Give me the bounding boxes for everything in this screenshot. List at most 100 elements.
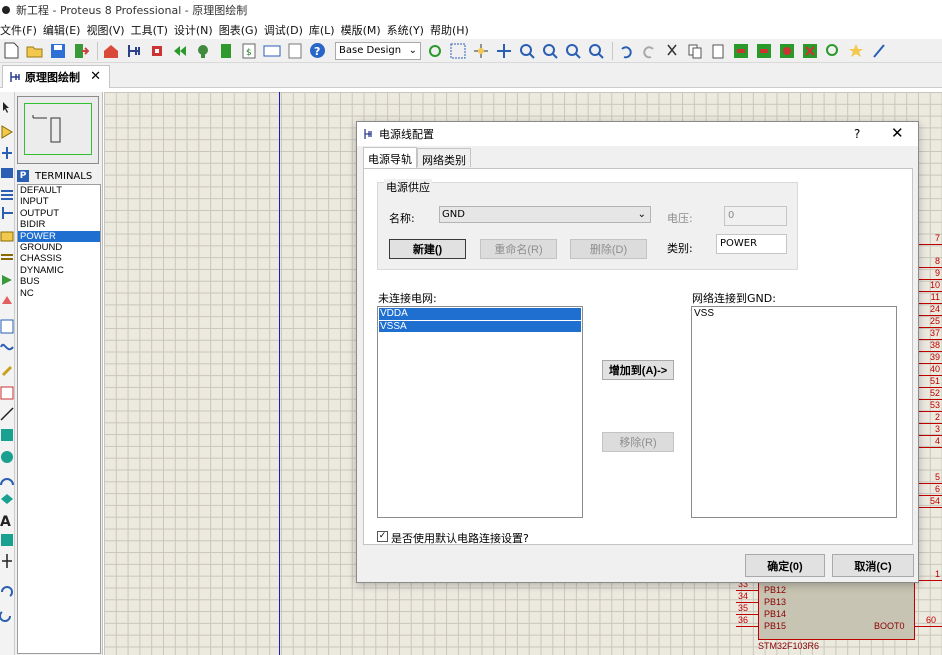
- menu-graph[interactable]: 图表(G): [219, 22, 264, 38]
- bom-icon[interactable]: $: [239, 41, 258, 60]
- zoom-out-icon[interactable]: [540, 41, 559, 60]
- design-select[interactable]: Base Design ⌄: [335, 41, 421, 60]
- import-icon[interactable]: [71, 41, 90, 60]
- pick-device-icon[interactable]: [823, 41, 842, 60]
- terminals-header: P TERMINALS: [17, 168, 101, 184]
- zoom-in-icon[interactable]: [517, 41, 536, 60]
- block-move-icon[interactable]: [754, 41, 773, 60]
- pcb-icon[interactable]: [147, 41, 166, 60]
- pick-device-button[interactable]: P: [17, 170, 29, 182]
- terminal-item[interactable]: CHASSIS: [18, 253, 100, 264]
- chip-pin-label: PB12: [764, 585, 787, 595]
- block-rotate-icon[interactable]: [777, 41, 796, 60]
- zoom-area-icon[interactable]: [586, 41, 605, 60]
- close-icon[interactable]: ✕: [891, 124, 904, 142]
- notes-icon[interactable]: [285, 41, 304, 60]
- undo-icon[interactable]: [616, 41, 635, 60]
- terminals-list[interactable]: DEFAULT INPUT OUTPUT BIDIR POWER GROUND …: [17, 184, 101, 654]
- menu-file[interactable]: 文件(F): [0, 22, 43, 38]
- menu-library[interactable]: 库(L): [309, 22, 341, 38]
- schematic-icon[interactable]: [124, 41, 143, 60]
- add-to-button[interactable]: 增加到(A)->: [602, 360, 674, 380]
- window-titlebar: 新工程 - Proteus 8 Professional - 原理图绘制: [0, 0, 942, 20]
- pan-icon[interactable]: [494, 41, 513, 60]
- home-icon[interactable]: [101, 41, 120, 60]
- connected-nets-list[interactable]: VSS: [691, 306, 897, 518]
- menu-template[interactable]: 模版(M): [341, 22, 387, 38]
- mode-tool-icons[interactable]: A: [0, 92, 15, 652]
- block-copy-icon[interactable]: [731, 41, 750, 60]
- terminal-item[interactable]: BUS: [18, 276, 100, 287]
- menu-help[interactable]: 帮助(H): [430, 22, 475, 38]
- chip-pin-label: PB15: [764, 621, 787, 631]
- name-label: 名称:: [389, 212, 415, 225]
- menu-edit[interactable]: 编辑(E): [43, 22, 87, 38]
- refresh-icon[interactable]: [425, 41, 444, 60]
- gerber-icon[interactable]: [216, 41, 235, 60]
- delete-button[interactable]: 删除(D): [570, 239, 647, 259]
- pin-number: 38: [918, 340, 942, 352]
- help-icon[interactable]: ?: [308, 41, 327, 60]
- terminal-item[interactable]: BIDIR: [18, 219, 100, 230]
- unconnected-nets-list[interactable]: VDDA VSSA: [377, 306, 583, 518]
- main-toolbar: $ ? Base Design ⌄: [0, 39, 942, 63]
- terminal-item[interactable]: NC: [18, 288, 100, 299]
- paste-icon[interactable]: [708, 41, 727, 60]
- menu-design[interactable]: 设计(N): [174, 22, 219, 38]
- terminal-item[interactable]: GROUND: [18, 242, 100, 253]
- menu-view[interactable]: 视图(V): [86, 22, 130, 38]
- supply-name-select[interactable]: GND ⌄: [439, 206, 651, 223]
- make-device-icon[interactable]: [846, 41, 865, 60]
- simulation-icon[interactable]: [170, 41, 189, 60]
- voltage-field[interactable]: 0: [724, 206, 787, 226]
- rename-button[interactable]: 重命名(R): [480, 239, 557, 259]
- svg-text:?: ?: [314, 45, 320, 58]
- overview-preview[interactable]: [17, 96, 99, 164]
- cut-icon[interactable]: [662, 41, 681, 60]
- tab-power-rails[interactable]: 电源导轨: [363, 147, 417, 168]
- menu-system[interactable]: 系统(Y): [387, 22, 430, 38]
- chip-pin-number: 34: [738, 591, 749, 601]
- package-tool-icon[interactable]: [869, 41, 888, 60]
- object-selector-panel: P TERMINALS DEFAULT INPUT OUTPUT BIDIR P…: [15, 92, 103, 655]
- copy-icon[interactable]: [685, 41, 704, 60]
- terminal-item[interactable]: OUTPUT: [18, 208, 100, 219]
- origin-icon[interactable]: [471, 41, 490, 60]
- help-icon[interactable]: ?: [854, 127, 860, 141]
- chip-pin-label: PB13: [764, 597, 787, 607]
- terminal-item[interactable]: DEFAULT: [18, 185, 100, 196]
- grid-toggle-icon[interactable]: [448, 41, 467, 60]
- remove-button[interactable]: 移除(R): [602, 432, 674, 452]
- open-folder-icon[interactable]: [25, 41, 44, 60]
- new-button[interactable]: 新建(): [389, 239, 466, 259]
- menu-debug[interactable]: 调试(D): [264, 22, 309, 38]
- list-item[interactable]: VSSA: [379, 320, 581, 332]
- list-item[interactable]: VDDA: [379, 308, 581, 320]
- new-file-icon[interactable]: [2, 41, 21, 60]
- list-item[interactable]: VSS: [693, 308, 895, 320]
- chip-pin-number: 35: [738, 603, 749, 613]
- tab-schematic[interactable]: 原理图绘制 ✕: [2, 65, 110, 88]
- chevron-down-icon: ⌄: [637, 209, 646, 220]
- pin-number: 40: [918, 364, 942, 376]
- menu-tools[interactable]: 工具(T): [131, 22, 174, 38]
- terminal-item-selected[interactable]: POWER: [18, 230, 100, 242]
- class-label: 类别:: [667, 242, 693, 255]
- tab-close-icon[interactable]: ✕: [90, 69, 101, 84]
- cancel-button[interactable]: 取消(C): [832, 554, 914, 577]
- class-field[interactable]: POWER: [716, 234, 787, 254]
- power-rail-config-dialog: 电源线配置 ? ✕ 电源导轨 网络类别 电源供应 名称: GND ⌄ 电压: 0…: [356, 121, 919, 583]
- zoom-all-icon[interactable]: [563, 41, 582, 60]
- terminal-item[interactable]: DYNAMIC: [18, 265, 100, 276]
- save-icon[interactable]: [48, 41, 67, 60]
- default-connection-checkbox[interactable]: ✓: [377, 531, 388, 542]
- tab-net-classes[interactable]: 网络类别: [417, 148, 471, 167]
- pin-number: 25: [918, 316, 942, 328]
- pin-number: 51: [918, 376, 942, 388]
- redo-icon[interactable]: [639, 41, 658, 60]
- source-code-icon[interactable]: [262, 41, 281, 60]
- 3d-view-icon[interactable]: [193, 41, 212, 60]
- terminal-item[interactable]: INPUT: [18, 196, 100, 207]
- block-delete-icon[interactable]: [800, 41, 819, 60]
- ok-button[interactable]: 确定(0): [745, 554, 825, 577]
